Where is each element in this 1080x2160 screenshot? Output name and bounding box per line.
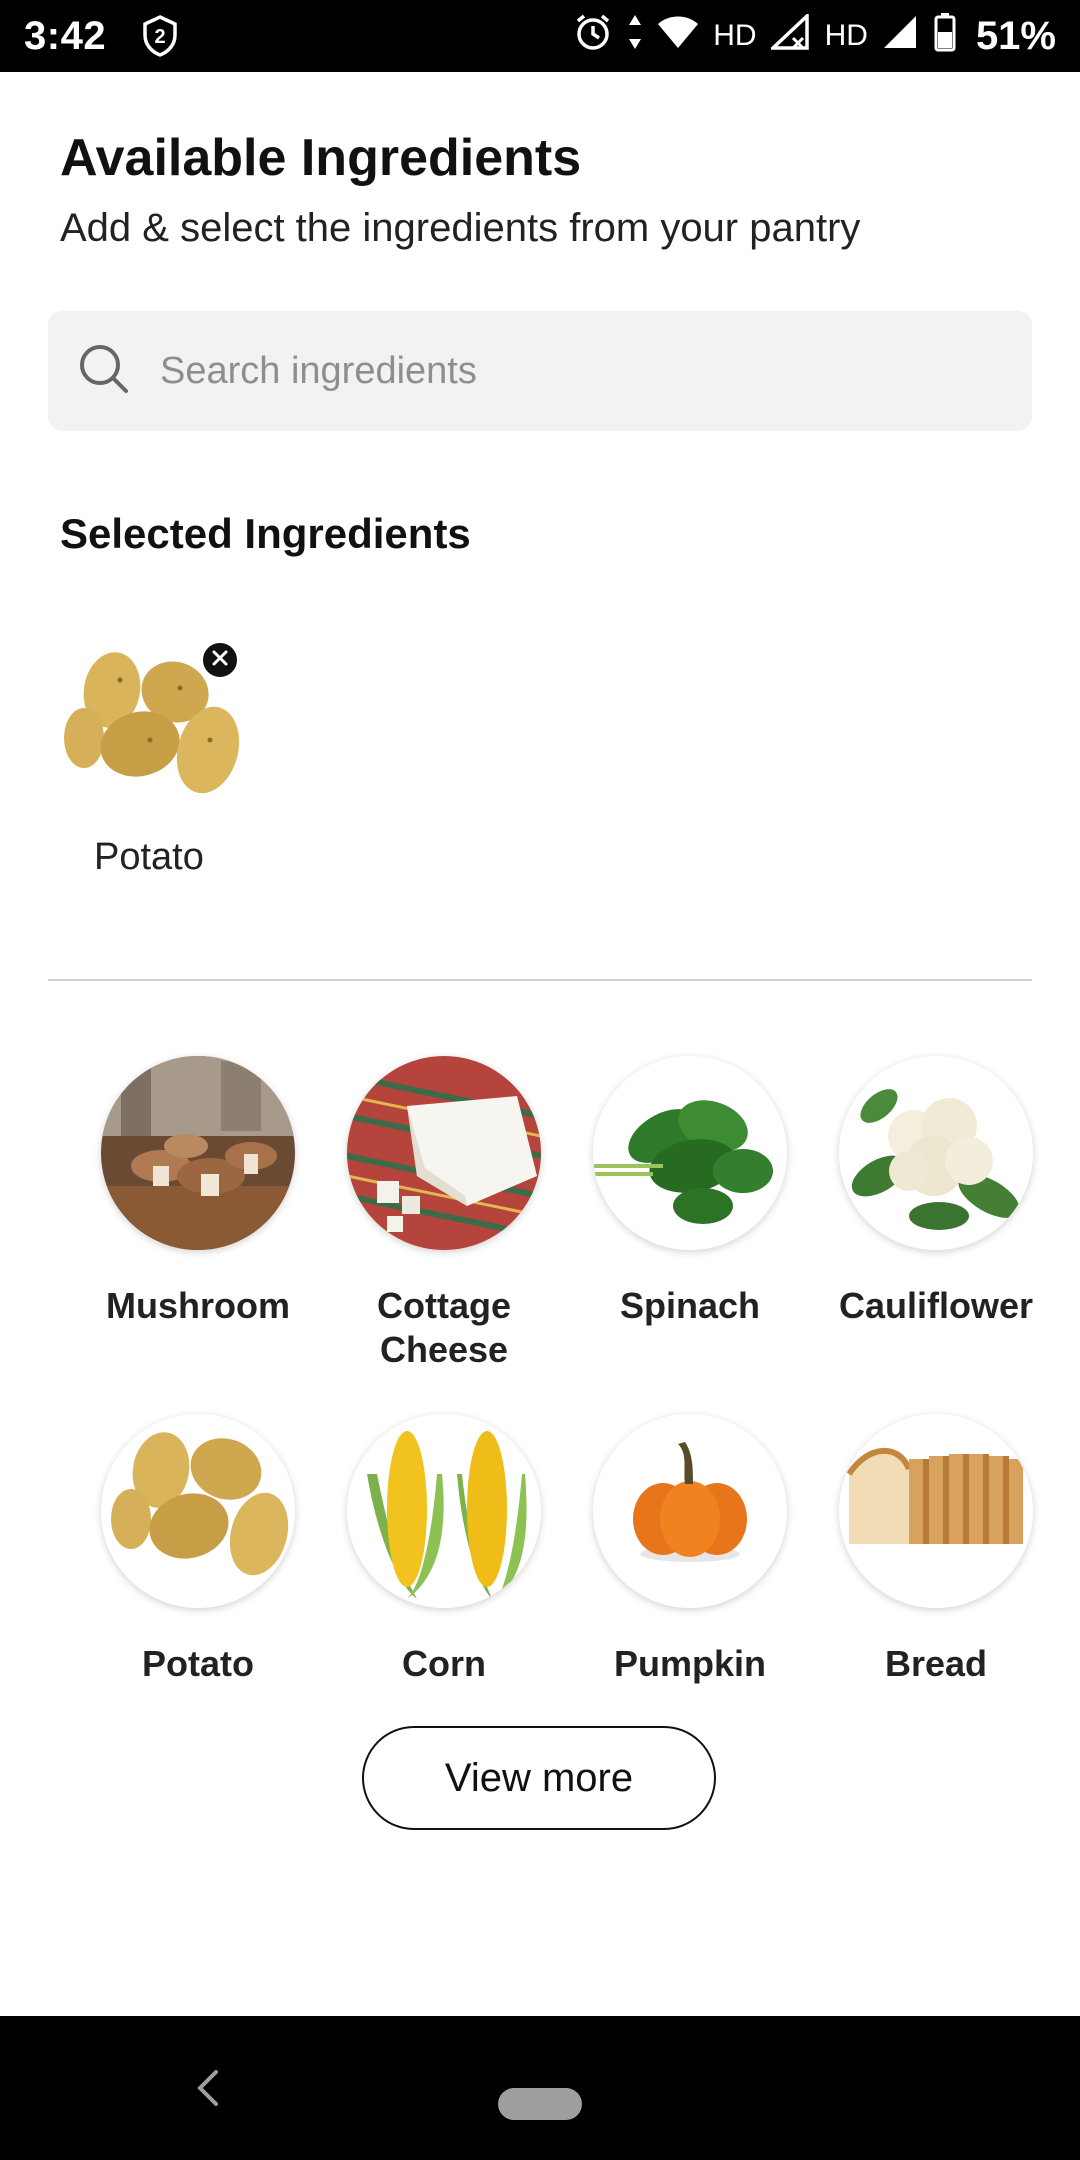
hd-label-1: HD	[713, 19, 757, 52]
remove-ingredient-button[interactable]	[200, 640, 240, 680]
cell-signal-icon-2	[882, 14, 920, 59]
ingredient-label: Potato	[142, 1643, 254, 1684]
navigation-bar	[0, 2016, 1080, 2160]
status-icons: HD HD 51%	[573, 11, 1056, 61]
ingredient-label: Corn	[402, 1643, 486, 1684]
wifi-icon	[657, 14, 699, 59]
ingredient-label: Mushroom	[106, 1285, 290, 1326]
alarm-icon	[573, 12, 613, 61]
ingredient-spinach[interactable]: Spinach	[580, 1056, 800, 1328]
cell-signal-icon	[768, 11, 811, 59]
home-pill-button[interactable]	[498, 2088, 582, 2120]
ingredient-corn[interactable]: Corn	[334, 1414, 554, 1686]
page-title: Available Ingredients	[60, 129, 582, 187]
bread-image	[839, 1414, 1033, 1608]
close-icon	[211, 649, 229, 672]
data-arrows-icon	[627, 13, 643, 60]
battery-icon	[934, 12, 956, 61]
pumpkin-image	[593, 1414, 787, 1608]
notification-badge-icon: 2	[140, 14, 180, 58]
ingredient-cauliflower[interactable]: Cauliflower	[826, 1056, 1046, 1328]
ingredient-label: Pumpkin	[613, 1643, 766, 1684]
page-subtitle: Add & select the ingredients from your p…	[60, 206, 861, 250]
back-icon[interactable]	[188, 2064, 228, 2112]
hd-label-2: HD	[824, 19, 868, 52]
ingredient-mushroom[interactable]: Mushroom	[88, 1056, 308, 1328]
svg-text:2: 2	[155, 26, 166, 48]
view-more-button[interactable]: View more	[362, 1726, 716, 1830]
potato-image	[101, 1414, 295, 1608]
search-icon	[76, 341, 132, 402]
status-time: 3:42	[24, 13, 107, 58]
ingredient-pumpkin[interactable]: Pumpkin	[580, 1414, 800, 1686]
search-input[interactable]	[160, 349, 960, 393]
ingredient-label: Spinach	[619, 1285, 761, 1326]
cottage-cheese-image	[347, 1056, 541, 1250]
selected-ingredient-potato[interactable]: Potato	[60, 640, 250, 890]
search-bar[interactable]	[48, 311, 1032, 431]
ingredient-label: Bread	[884, 1643, 988, 1684]
divider	[48, 979, 1032, 981]
cauliflower-image	[839, 1056, 1033, 1250]
corn-image	[347, 1414, 541, 1608]
selected-ingredient-label: Potato	[94, 836, 204, 878]
ingredient-potato[interactable]: Potato	[88, 1414, 308, 1686]
status-bar: 3:42 2 HD HD 51%	[0, 0, 1080, 72]
ingredient-label: Cottage Cheese	[377, 1285, 511, 1370]
selected-ingredients-title: Selected Ingredients	[60, 510, 471, 557]
mushroom-image	[101, 1056, 295, 1250]
ingredient-label: Cauliflower	[838, 1285, 1034, 1326]
ingredient-bread[interactable]: Bread	[826, 1414, 1046, 1686]
spinach-image	[593, 1056, 787, 1250]
ingredient-cottage-cheese[interactable]: Cottage Cheese	[334, 1056, 554, 1372]
battery-percent: 51%	[975, 13, 1056, 58]
